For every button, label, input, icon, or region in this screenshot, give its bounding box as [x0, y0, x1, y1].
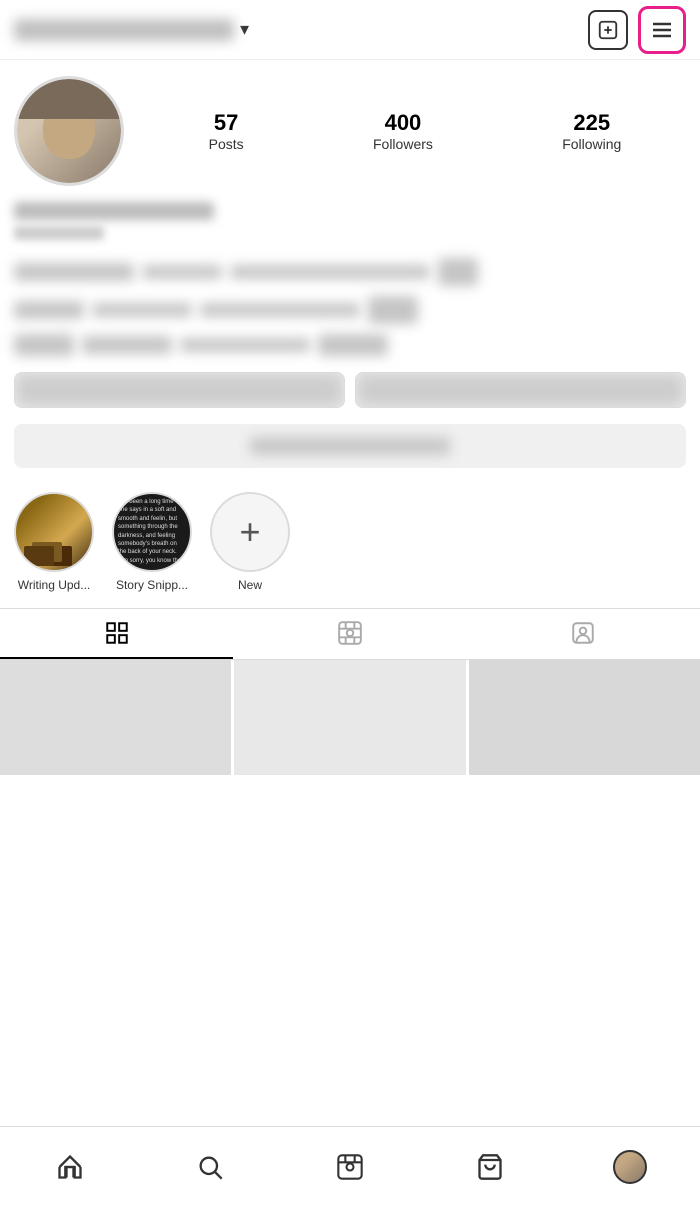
tagged-icon [570, 620, 596, 646]
top-actions [588, 6, 686, 54]
blur-block [368, 296, 418, 324]
nav-shop[interactable] [462, 1139, 518, 1195]
blur-block [230, 265, 430, 279]
highlight-item-new[interactable]: + New [210, 492, 290, 592]
home-icon [56, 1153, 84, 1181]
nav-search[interactable] [182, 1139, 238, 1195]
shop-icon [476, 1153, 504, 1181]
blur-block [92, 303, 192, 317]
tab-bar [0, 608, 700, 660]
username-blur [14, 19, 234, 41]
followers-stat[interactable]: 400 Followers [373, 110, 433, 152]
avatar-image [17, 79, 121, 183]
nav-profile[interactable] [602, 1139, 658, 1195]
highlight-circle-writing [14, 492, 94, 572]
grid-icon [104, 620, 130, 646]
grid-cell-3[interactable] [469, 660, 700, 775]
grid-cell-1[interactable] [0, 660, 231, 775]
highlight-item-snippets[interactable]: "It's been a long time" she says in a so… [112, 492, 192, 592]
share-profile-button[interactable] [355, 372, 686, 408]
highlight-circle-new: + [210, 492, 290, 572]
blurred-content-area [0, 254, 700, 364]
chevron-down-icon: ▾ [240, 19, 249, 40]
username-section[interactable]: ▾ [14, 19, 249, 41]
button-blur [15, 373, 344, 407]
blur-row-1 [14, 258, 686, 286]
blur-block [14, 301, 84, 319]
grid-preview [0, 660, 700, 775]
posts-count: 57 [214, 110, 238, 136]
bio-name-blur [14, 202, 214, 220]
edit-profile-button[interactable] [14, 372, 345, 408]
tab-reels[interactable] [233, 609, 466, 659]
followers-label: Followers [373, 136, 433, 152]
highlight-label-writing: Writing Upd... [18, 578, 90, 592]
blur-block [14, 334, 74, 356]
blur-block [438, 258, 478, 286]
plus-icon: + [239, 514, 260, 550]
grey-bar-content [250, 437, 450, 455]
highlight-circle-snippets: "It's been a long time" she says in a so… [112, 492, 192, 572]
search-icon [196, 1153, 224, 1181]
blur-block [142, 265, 222, 279]
button-blur [356, 373, 685, 407]
blur-block [14, 263, 134, 281]
bio-line-blur [14, 226, 104, 240]
posts-stat[interactable]: 57 Posts [209, 110, 244, 152]
posts-label: Posts [209, 136, 244, 152]
avatar[interactable] [14, 76, 124, 186]
nav-profile-avatar [613, 1150, 647, 1184]
grid-cell-2[interactable] [234, 660, 465, 775]
blur-block [318, 334, 388, 356]
blur-block [82, 336, 172, 354]
plus-square-icon [597, 19, 619, 41]
highlight-label-new: New [238, 578, 262, 592]
highlights-section: Writing Upd... "It's been a long time" s… [0, 482, 700, 608]
stats-row: 57 Posts 400 Followers 225 Following [144, 110, 686, 152]
bottom-nav [0, 1126, 700, 1206]
grey-bar [14, 424, 686, 468]
reels-icon [337, 620, 363, 646]
add-content-button[interactable] [588, 10, 628, 50]
blur-row-3 [14, 334, 686, 356]
highlight-text-content: "It's been a long time" she says in a so… [118, 498, 186, 566]
hamburger-icon [650, 18, 674, 42]
blur-row-2 [14, 296, 686, 324]
profile-section: 57 Posts 400 Followers 225 Following [0, 60, 700, 194]
bio-section [0, 194, 700, 254]
blur-block [200, 303, 360, 317]
action-buttons-row [0, 364, 700, 418]
highlight-item-writing[interactable]: Writing Upd... [14, 492, 94, 592]
reels-nav-icon [336, 1153, 364, 1181]
nav-reels[interactable] [322, 1139, 378, 1195]
following-count: 225 [573, 110, 610, 136]
tab-grid[interactable] [0, 609, 233, 659]
tab-tagged[interactable] [467, 609, 700, 659]
followers-count: 400 [385, 110, 422, 136]
blur-block [180, 338, 310, 352]
following-label: Following [562, 136, 621, 152]
highlight-label-snippets: Story Snipp... [116, 578, 188, 592]
top-bar: ▾ [0, 0, 700, 60]
following-stat[interactable]: 225 Following [562, 110, 621, 152]
nav-home[interactable] [42, 1139, 98, 1195]
menu-button[interactable] [638, 6, 686, 54]
